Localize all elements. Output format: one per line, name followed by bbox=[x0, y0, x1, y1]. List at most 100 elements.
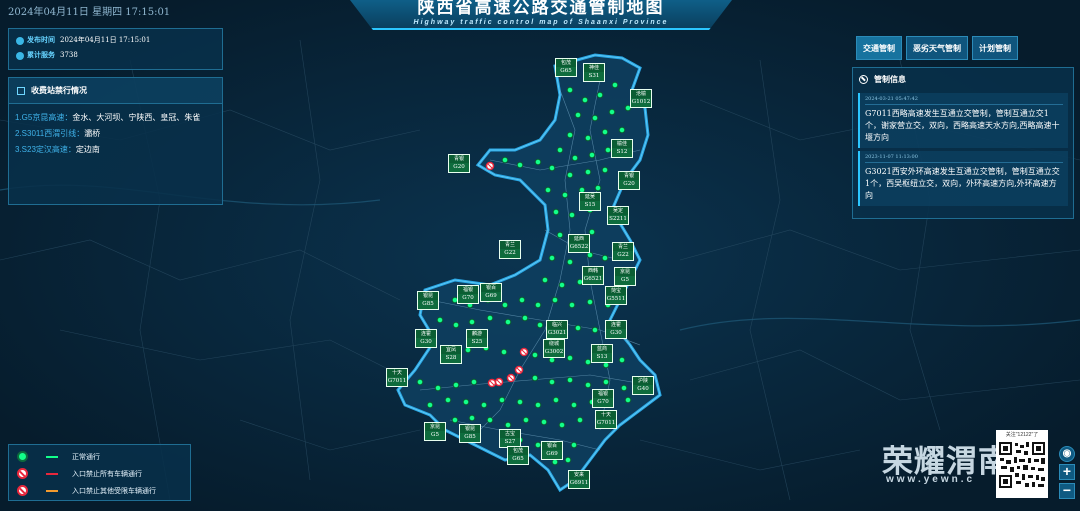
road-shield[interactable]: 京昆 G5 bbox=[424, 422, 446, 441]
station-dot[interactable] bbox=[534, 158, 542, 166]
road-shield[interactable]: 沧榆 G1012 bbox=[630, 89, 652, 108]
tab-bad-weather-control[interactable]: 恶劣天气管制 bbox=[906, 36, 968, 60]
station-dot[interactable] bbox=[596, 91, 604, 99]
station-dot[interactable] bbox=[540, 418, 548, 426]
road-shield[interactable]: 吴定 S2211 bbox=[607, 206, 629, 225]
road-shield[interactable]: 福银 G70 bbox=[457, 285, 479, 304]
station-dot[interactable] bbox=[604, 146, 612, 154]
tab-planned-control[interactable]: 计划管制 bbox=[972, 36, 1018, 60]
road-shield[interactable]: 银百 G69 bbox=[480, 283, 502, 302]
station-dot[interactable] bbox=[544, 186, 552, 194]
road-shield[interactable]: 西韩 G6521 bbox=[582, 266, 604, 285]
road-shield[interactable]: 蓝商 S13 bbox=[591, 344, 613, 363]
station-dot[interactable] bbox=[500, 348, 508, 356]
station-dot[interactable] bbox=[552, 208, 560, 216]
station-dot[interactable] bbox=[566, 376, 574, 384]
road-shield[interactable]: 银昆 G85 bbox=[417, 291, 439, 310]
toll-item[interactable]: 2.S3011西渭引线：灞桥 bbox=[15, 126, 216, 142]
station-dot[interactable] bbox=[624, 396, 632, 404]
road-shield[interactable]: 绕城 G3002 bbox=[543, 339, 565, 358]
station-dot[interactable] bbox=[536, 321, 544, 329]
station-dot[interactable] bbox=[486, 416, 494, 424]
station-dot[interactable] bbox=[570, 401, 578, 409]
road-shield[interactable]: 青银 G20 bbox=[618, 171, 640, 190]
road-shield[interactable]: 京昆 G5 bbox=[614, 267, 636, 286]
station-dot[interactable] bbox=[586, 251, 594, 259]
station-dot[interactable] bbox=[566, 86, 574, 94]
station-dot[interactable] bbox=[584, 358, 592, 366]
tab-traffic-control[interactable]: 交通管制 bbox=[856, 36, 902, 60]
station-dot[interactable] bbox=[468, 318, 476, 326]
station-dot[interactable] bbox=[436, 316, 444, 324]
station-dot[interactable] bbox=[426, 401, 434, 409]
station-dot[interactable] bbox=[566, 171, 574, 179]
road-shield[interactable]: 包茂 G65 bbox=[507, 446, 529, 465]
station-dot[interactable] bbox=[566, 131, 574, 139]
toll-item[interactable]: 1.G5京昆高速：金水、大河坝、宁陕西、皇冠、朱雀 bbox=[15, 110, 216, 126]
station-dot[interactable] bbox=[551, 296, 559, 304]
station-dot[interactable] bbox=[480, 401, 488, 409]
station-dot[interactable] bbox=[576, 416, 584, 424]
station-dot[interactable] bbox=[521, 314, 529, 322]
station-dot[interactable] bbox=[568, 301, 576, 309]
station-dot[interactable] bbox=[541, 276, 549, 284]
station-dot[interactable] bbox=[548, 378, 556, 386]
station-dot[interactable] bbox=[568, 211, 576, 219]
station-dot[interactable] bbox=[501, 301, 509, 309]
station-dot[interactable] bbox=[561, 191, 569, 199]
station-dot[interactable] bbox=[452, 381, 460, 389]
station-dot[interactable] bbox=[548, 356, 556, 364]
road-shield[interactable]: 临兴 G3021 bbox=[546, 320, 568, 339]
road-shield[interactable]: 榆佳 S12 bbox=[611, 139, 633, 158]
road-shield[interactable]: 青银 G20 bbox=[448, 154, 470, 173]
station-dot[interactable] bbox=[570, 441, 578, 449]
road-shield[interactable]: 银百 G69 bbox=[541, 441, 563, 460]
station-dot[interactable] bbox=[611, 81, 619, 89]
station-dot[interactable] bbox=[564, 456, 572, 464]
control-notice[interactable]: 2023-11-07 11:13:00 G3021西安外环高速发生互通立交管制，… bbox=[858, 151, 1068, 206]
road-shield[interactable]: 延吴 S15 bbox=[579, 192, 601, 211]
station-dot[interactable] bbox=[584, 381, 592, 389]
toll-item[interactable]: 3.S23定汉高速：定边南 bbox=[15, 142, 216, 158]
station-dot[interactable] bbox=[498, 396, 506, 404]
zoom-in-button[interactable]: + bbox=[1059, 464, 1075, 480]
station-dot[interactable] bbox=[548, 164, 556, 172]
station-dot[interactable] bbox=[531, 374, 539, 382]
station-dot[interactable] bbox=[548, 254, 556, 262]
station-dot[interactable] bbox=[588, 151, 596, 159]
road-shield[interactable]: 十天 G7011 bbox=[386, 368, 408, 387]
road-shield[interactable]: 连霍 G30 bbox=[415, 329, 437, 348]
road-shield[interactable]: 宜凤 S28 bbox=[440, 345, 462, 364]
station-dot[interactable] bbox=[574, 324, 582, 332]
station-dot[interactable] bbox=[618, 126, 626, 134]
station-dot[interactable] bbox=[588, 228, 596, 236]
station-dot[interactable] bbox=[516, 398, 524, 406]
road-shield[interactable]: 延西 G6522 bbox=[568, 234, 590, 253]
road-shield[interactable]: 福银 G70 bbox=[592, 389, 614, 408]
road-shield[interactable]: 包茂 G65 bbox=[555, 58, 577, 77]
station-dot[interactable] bbox=[602, 361, 610, 369]
station-dot[interactable] bbox=[534, 401, 542, 409]
locate-button[interactable]: ◉ bbox=[1059, 446, 1075, 462]
station-dot[interactable] bbox=[551, 458, 559, 466]
station-dot[interactable] bbox=[434, 384, 442, 392]
station-dot[interactable] bbox=[584, 134, 592, 142]
station-dot[interactable] bbox=[452, 321, 460, 329]
station-dot[interactable] bbox=[601, 254, 609, 262]
road-shield[interactable]: 神佳 S31 bbox=[583, 63, 605, 82]
station-dot[interactable] bbox=[571, 154, 579, 162]
road-shield[interactable]: 沪陕 G40 bbox=[632, 376, 654, 395]
station-dot[interactable] bbox=[518, 296, 526, 304]
station-dot[interactable] bbox=[584, 168, 592, 176]
station-dot[interactable] bbox=[556, 231, 564, 239]
station-dot[interactable] bbox=[601, 128, 609, 136]
station-dot[interactable] bbox=[531, 351, 539, 359]
station-dot[interactable] bbox=[522, 416, 530, 424]
station-dot[interactable] bbox=[486, 314, 494, 322]
zoom-out-button[interactable]: − bbox=[1059, 483, 1075, 499]
station-dot[interactable] bbox=[618, 356, 626, 364]
station-dot[interactable] bbox=[574, 111, 582, 119]
station-dot[interactable] bbox=[516, 161, 524, 169]
station-dot[interactable] bbox=[558, 281, 566, 289]
station-dot[interactable] bbox=[462, 398, 470, 406]
